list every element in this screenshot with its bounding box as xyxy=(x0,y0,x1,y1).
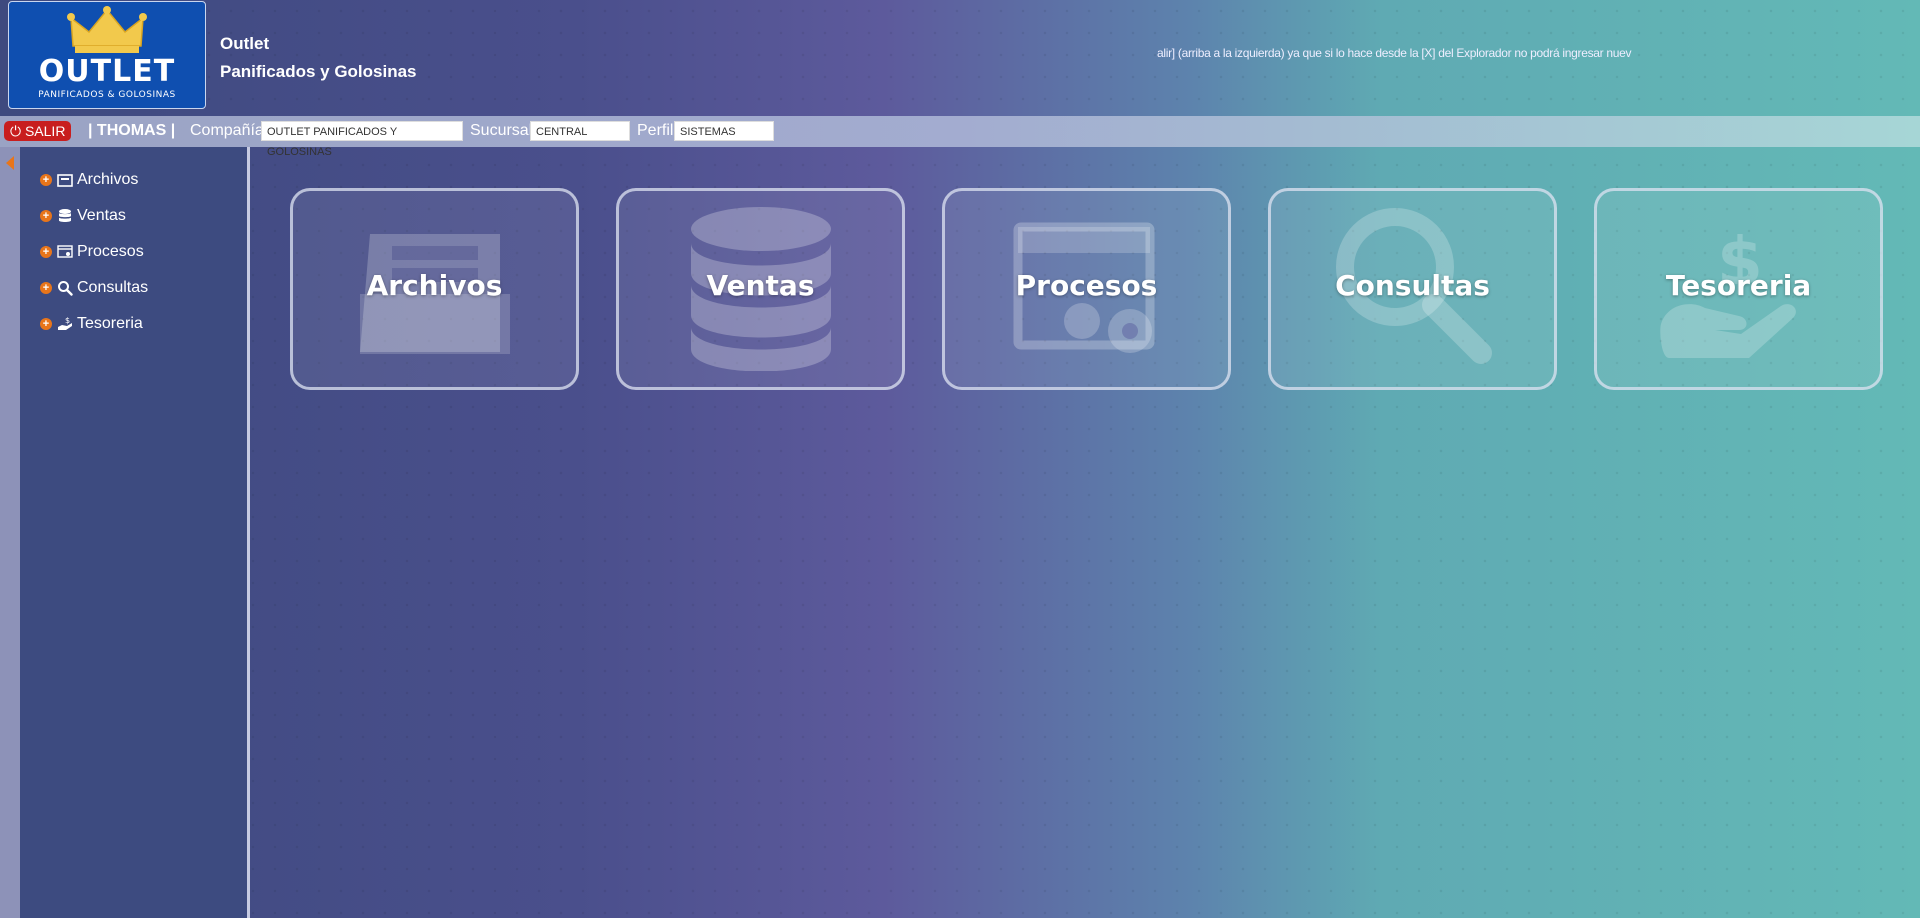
power-icon: ⏻ xyxy=(10,123,22,139)
branch-label: Sucursal xyxy=(470,122,533,139)
sidebar-item-procesos[interactable]: + Procesos xyxy=(40,239,144,265)
session-bar: ⏻ SALIR | THOMAS | Compañía OUTLET PANIF… xyxy=(0,116,1920,158)
user-name: | THOMAS | xyxy=(88,122,176,139)
crown-icon xyxy=(67,6,147,53)
sidebar-item-tesoreria[interactable]: + $ Tesoreria xyxy=(40,311,143,337)
tile-label: Ventas xyxy=(706,269,815,302)
sidebar-item-label: Tesoreria xyxy=(77,315,143,332)
expand-icon[interactable]: + xyxy=(40,318,52,330)
sidebar-collapse-strip xyxy=(0,147,20,918)
tile-label: Archivos xyxy=(366,269,503,302)
tile-procesos[interactable]: Procesos xyxy=(942,188,1231,390)
app-title-line1: Outlet xyxy=(220,34,270,53)
notice-marquee: alir] (arriba a la izquierda) ya que si … xyxy=(1157,46,1632,60)
sidebar-item-label: Ventas xyxy=(77,207,126,224)
tile-ventas[interactable]: Ventas xyxy=(616,188,905,390)
sidebar-item-ventas[interactable]: + Ventas xyxy=(40,203,126,229)
sidebar-menu: + Archivos + Ventas + Procesos + Consult… xyxy=(20,147,250,918)
tile-archivos[interactable]: Archivos xyxy=(290,188,579,390)
exit-button-label: SALIR xyxy=(24,123,66,139)
gears-icon xyxy=(57,245,73,258)
profile-label: Perfil xyxy=(637,122,674,139)
collapse-sidebar-icon[interactable] xyxy=(6,156,14,170)
profile-field[interactable]: SISTEMAS xyxy=(674,121,774,141)
archive-icon xyxy=(57,174,73,187)
database-icon xyxy=(59,209,71,222)
sidebar-item-label: Consultas xyxy=(77,279,149,296)
tile-consultas[interactable]: Consultas xyxy=(1268,188,1557,390)
logo-tagline: PANIFICADOS & GOLOSINAS xyxy=(38,90,176,100)
expand-icon[interactable]: + xyxy=(40,174,52,186)
expand-icon[interactable]: + xyxy=(40,282,52,294)
app-title-line2: Panificados y Golosinas xyxy=(220,62,417,81)
tile-label: Procesos xyxy=(1015,269,1158,302)
search-icon xyxy=(58,281,73,296)
svg-text:$: $ xyxy=(65,316,70,325)
tile-tesoreria[interactable]: $ Tesoreria xyxy=(1594,188,1883,390)
expand-icon[interactable]: + xyxy=(40,246,52,258)
sidebar-item-label: Procesos xyxy=(77,243,144,260)
company-logo: OUTLET PANIFICADOS & GOLOSINAS xyxy=(8,1,206,109)
tile-label: Tesoreria xyxy=(1665,269,1812,302)
sidebar-item-label: Archivos xyxy=(77,171,139,188)
logo-brand: OUTLET xyxy=(38,54,176,89)
tile-label: Consultas xyxy=(1335,269,1490,302)
money-hand-icon: $ xyxy=(58,316,72,330)
branch-field[interactable]: CENTRAL xyxy=(530,121,630,141)
company-field[interactable]: OUTLET PANIFICADOS Y GOLOSINAS xyxy=(261,121,463,158)
exit-button[interactable]: ⏻ SALIR xyxy=(4,121,72,141)
company-label: Compañía xyxy=(190,122,264,139)
sidebar-item-consultas[interactable]: + Consultas xyxy=(40,275,148,301)
app-title: Outlet Panificados y Golosinas xyxy=(220,30,417,86)
sidebar-item-archivos[interactable]: + Archivos xyxy=(40,167,138,193)
expand-icon[interactable]: + xyxy=(40,210,52,222)
